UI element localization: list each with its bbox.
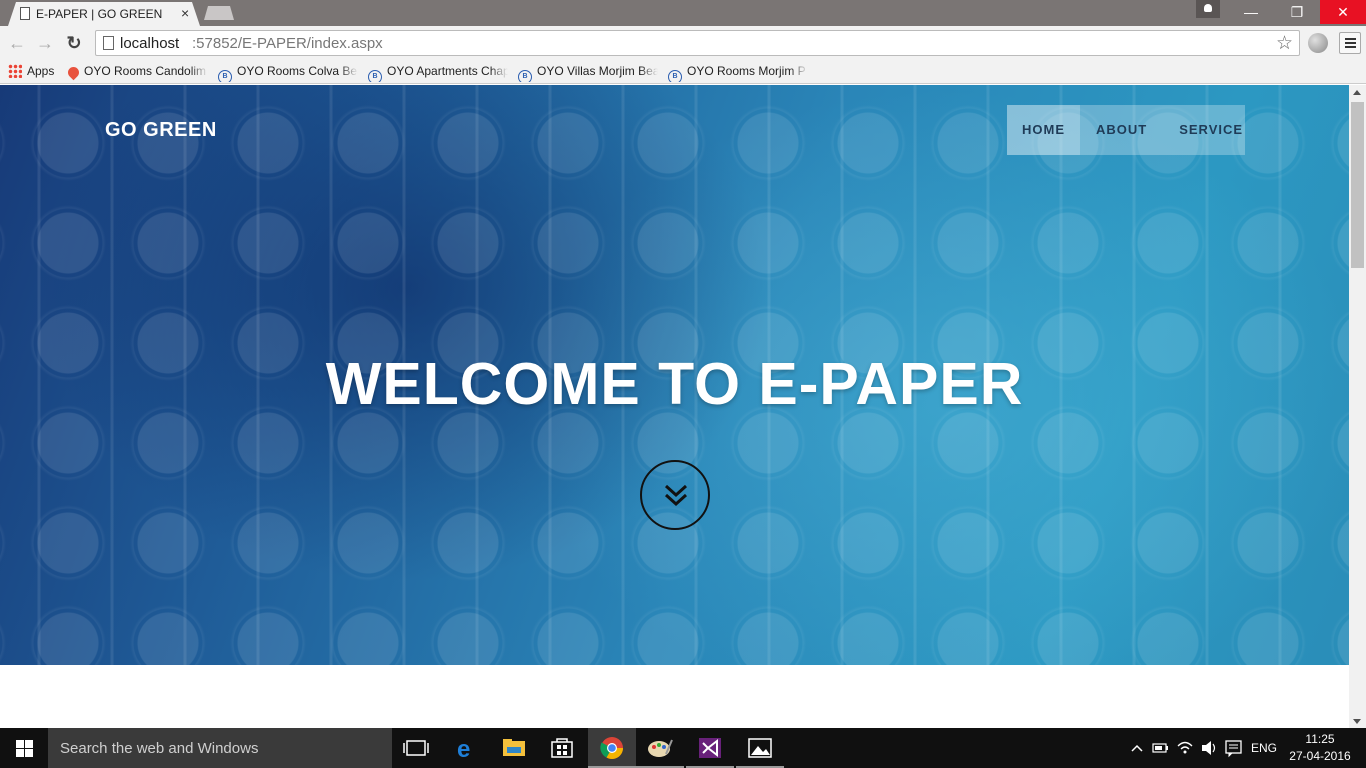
scroll-down-arrow-icon[interactable] <box>1353 719 1361 724</box>
visual-studio-icon[interactable] <box>686 728 734 768</box>
site-brand[interactable]: GO GREEN <box>105 119 217 142</box>
extension-icon[interactable] <box>1308 33 1328 53</box>
tab-close-icon[interactable]: × <box>181 5 189 21</box>
svg-text:e: e <box>457 736 470 763</box>
booking-icon: B <box>368 70 382 82</box>
edge-icon[interactable]: e <box>442 728 490 768</box>
battery-icon[interactable] <box>1152 728 1170 768</box>
bookmark-item[interactable]: OYO Rooms Candolim <box>68 64 208 82</box>
page-icon <box>103 36 114 50</box>
close-window-button[interactable]: ✕ <box>1320 0 1366 24</box>
bookmark-label: OYO Rooms Candolim <box>84 64 207 78</box>
url-host: localhost <box>120 35 180 52</box>
nav-about[interactable]: ABOUT <box>1080 105 1163 155</box>
bookmark-item[interactable]: B OYO Rooms Morjim P <box>668 64 808 82</box>
scroll-down-button[interactable] <box>640 460 710 530</box>
search-placeholder: Search the web and Windows <box>60 740 259 757</box>
taskbar-clock[interactable]: 11:25 27-04-2016 <box>1284 731 1356 765</box>
url-path: :57852/E-PAPER/index.aspx <box>192 35 383 52</box>
scroll-up-arrow-icon[interactable] <box>1353 90 1361 95</box>
restore-button[interactable]: ❐ <box>1274 0 1320 24</box>
language-indicator[interactable]: ENG <box>1251 728 1277 768</box>
bookmark-label: OYO Rooms Morjim P <box>687 64 806 78</box>
minimize-button[interactable]: — <box>1228 0 1274 24</box>
show-hidden-icons-chevron-icon[interactable] <box>1130 728 1144 768</box>
browser-tab[interactable]: E-PAPER | GO GREEN × <box>8 2 200 26</box>
bookmark-item[interactable]: B OYO Rooms Colva Bea <box>218 64 358 82</box>
wifi-icon[interactable] <box>1176 728 1194 768</box>
booking-icon: B <box>518 70 532 82</box>
address-bar[interactable]: localhost :57852/E-PAPER/index.aspx ☆ <box>95 30 1300 56</box>
paint-icon[interactable] <box>636 728 684 768</box>
photos-icon[interactable] <box>736 728 784 768</box>
page-icon <box>20 7 30 20</box>
clock-date: 27-04-2016 <box>1289 749 1351 763</box>
apps-grid-icon <box>8 64 22 78</box>
bookmark-item[interactable]: B OYO Apartments Chap <box>368 64 508 82</box>
browser-titlebar: E-PAPER | GO GREEN × — ❐ ✕ <box>0 0 1366 26</box>
booking-icon: B <box>218 70 232 82</box>
task-view-icon[interactable] <box>392 728 440 768</box>
bookmark-star-icon[interactable]: ☆ <box>1276 32 1293 55</box>
volume-icon[interactable] <box>1200 728 1218 768</box>
hero-section: GO GREEN HOME ABOUT SERVICE WELCOME TO E… <box>0 85 1349 665</box>
profile-icon[interactable] <box>1196 0 1220 18</box>
scrollbar-thumb[interactable] <box>1351 102 1364 268</box>
bookmark-label: Apps <box>27 64 55 78</box>
bookmark-apps[interactable]: Apps <box>8 64 60 82</box>
booking-icon: B <box>668 70 682 82</box>
hero-title: WELCOME TO E-PAPER <box>325 351 1024 417</box>
page-viewport: GO GREEN HOME ABOUT SERVICE WELCOME TO E… <box>0 85 1349 728</box>
chrome-menu-icon[interactable] <box>1339 32 1361 54</box>
new-tab-button[interactable] <box>204 6 234 20</box>
bookmarks-bar: Apps OYO Rooms Candolim B OYO Rooms Colva… <box>0 60 1366 84</box>
windows-start-icon[interactable] <box>0 728 48 768</box>
page-scrollbar[interactable] <box>1349 85 1366 728</box>
file-explorer-icon[interactable] <box>490 728 538 768</box>
site-nav: HOME ABOUT SERVICE <box>1007 105 1245 155</box>
store-icon[interactable] <box>538 728 586 768</box>
tab-title: E-PAPER | GO GREEN <box>36 7 163 21</box>
chrome-icon[interactable] <box>588 728 636 768</box>
back-arrow-icon[interactable]: ← <box>6 32 28 54</box>
clock-time: 11:25 <box>1305 732 1335 746</box>
bookmark-item[interactable]: B OYO Villas Morjim Bea <box>518 64 658 82</box>
forward-arrow-icon[interactable]: → <box>34 32 56 54</box>
nav-home[interactable]: HOME <box>1007 105 1080 155</box>
action-center-icon[interactable] <box>1224 728 1244 768</box>
nav-service[interactable]: SERVICE <box>1163 105 1259 155</box>
browser-toolbar: ← → ↻ localhost :57852/E-PAPER/index.asp… <box>0 26 1366 60</box>
windows-taskbar: Search the web and Windows e ENG 11:25 2… <box>0 728 1366 768</box>
taskbar-search-box[interactable]: Search the web and Windows <box>48 728 392 768</box>
map-pin-icon <box>68 64 82 81</box>
reload-icon[interactable]: ↻ <box>63 32 85 54</box>
double-chevron-down-icon <box>664 484 688 507</box>
